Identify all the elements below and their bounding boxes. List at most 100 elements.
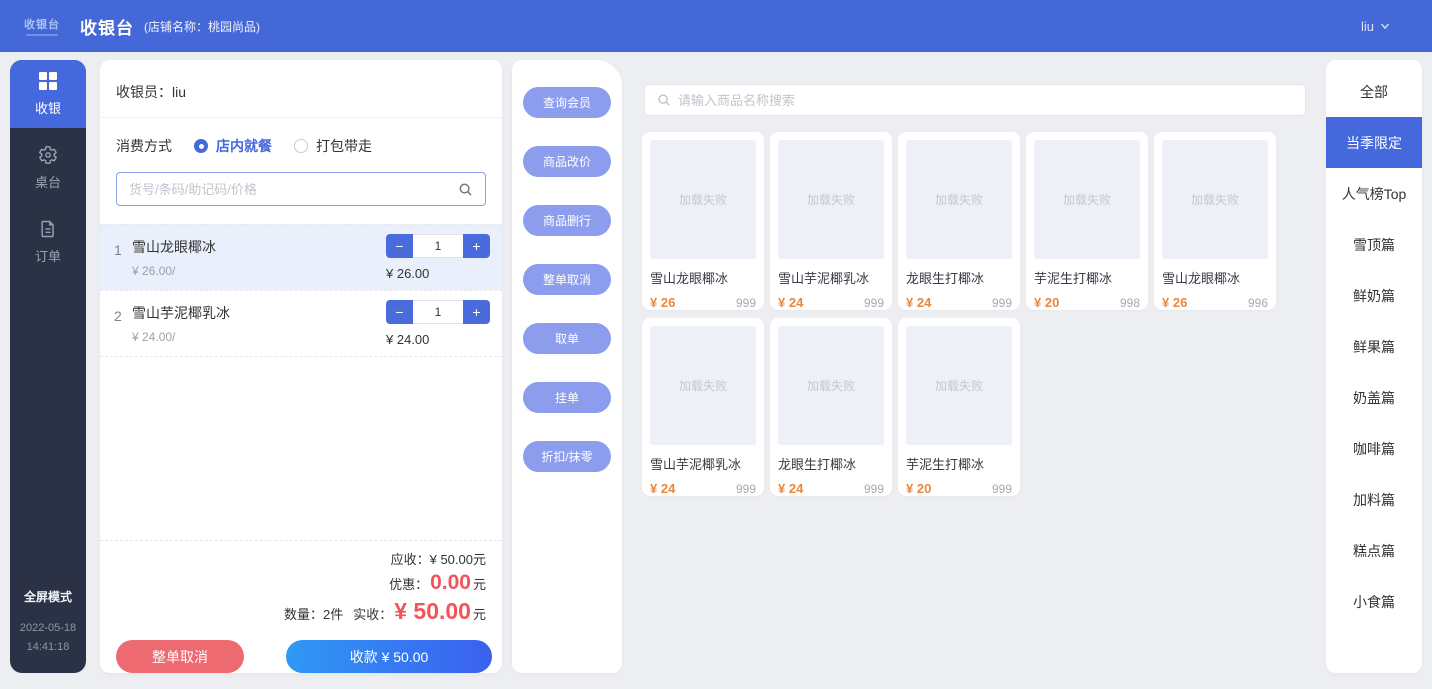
category-item[interactable]: 加料篇: [1326, 474, 1422, 525]
nav-item-label: 订单: [35, 246, 61, 265]
cart-item-total: ¥ 24.00: [386, 332, 490, 347]
product-card[interactable]: 加载失败 雪山芋泥椰乳冰 ¥ 24 999: [642, 318, 764, 496]
consume-method-row: 消费方式 店内就餐 打包带走: [100, 118, 502, 156]
category-sidebar: 全部 当季限定 人气榜Top 雪顶篇 鲜奶篇 鲜果篇 奶盖篇 咖啡篇 加料篇 糕…: [1326, 60, 1422, 673]
cancel-order-button[interactable]: 整单取消: [116, 640, 244, 673]
product-search-input[interactable]: [678, 93, 1293, 108]
quick-actions-panel: 查询会员 商品改价 商品删行 整单取消 取单 挂单 折扣/抹零: [512, 60, 622, 673]
image-load-failed-text: 加载失败: [679, 191, 727, 208]
product-image-placeholder: 加载失败: [906, 140, 1012, 259]
quick-action-button[interactable]: 挂单: [523, 382, 611, 413]
product-image-placeholder: 加载失败: [650, 140, 756, 259]
product-card[interactable]: 加载失败 龙眼生打椰冰 ¥ 24 999: [898, 132, 1020, 310]
cart-item-unit-price: ¥ 26.00/: [132, 264, 386, 278]
radio-icon: [294, 139, 308, 153]
product-card[interactable]: 加载失败 雪山龙眼椰冰 ¥ 26 999: [642, 132, 764, 310]
nav-item-tables[interactable]: 桌台: [10, 134, 86, 202]
image-load-failed-text: 加载失败: [679, 377, 727, 394]
decrease-qty-button[interactable]: −: [386, 300, 413, 324]
product-image-placeholder: 加载失败: [778, 140, 884, 259]
fullscreen-mode-button[interactable]: 全屏模式: [10, 588, 86, 605]
nav-footer: 全屏模式 2022-05-18 14:41:18: [10, 588, 86, 673]
barcode-search-input[interactable]: [129, 182, 450, 197]
product-name: 雪山龙眼椰冰: [650, 268, 756, 287]
category-item[interactable]: 鲜果篇: [1326, 321, 1422, 372]
cart-item-row[interactable]: 2 雪山芋泥椰乳冰 ¥ 24.00/ − 1 + ¥ 24.00: [100, 290, 502, 357]
quantity-stepper: − 1 +: [386, 234, 490, 258]
product-stock: 998: [1120, 296, 1140, 310]
increase-qty-button[interactable]: +: [463, 300, 490, 324]
product-name: 芋泥生打椰冰: [906, 454, 1012, 473]
category-item[interactable]: 鲜奶篇: [1326, 270, 1422, 321]
yuan-unit: 元: [473, 604, 486, 623]
product-image-placeholder: 加载失败: [650, 326, 756, 445]
product-price: ¥ 24: [906, 295, 931, 310]
nav-item-orders[interactable]: 订单: [10, 208, 86, 276]
product-image-placeholder: 加载失败: [1034, 140, 1140, 259]
consume-option-label: 店内就餐: [216, 136, 272, 156]
cashier-row: 收银员：liu: [100, 60, 502, 118]
quick-action-button[interactable]: 商品改价: [523, 146, 611, 177]
product-stock: 999: [992, 482, 1012, 496]
product-image-placeholder: 加载失败: [1162, 140, 1268, 259]
cart-item-row[interactable]: 1 雪山龙眼椰冰 ¥ 26.00/ − 1 + ¥ 26.00: [100, 224, 502, 290]
nav-item-label: 收银: [35, 98, 61, 117]
product-card[interactable]: 加载失败 雪山龙眼椰冰 ¥ 26 996: [1154, 132, 1276, 310]
category-item[interactable]: 小食篇: [1326, 576, 1422, 627]
quick-action-button[interactable]: 查询会员: [523, 87, 611, 118]
logo-text: 收银台: [24, 16, 60, 32]
category-item[interactable]: 全部: [1326, 66, 1422, 117]
cart-item-unit-price: ¥ 24.00/: [132, 330, 386, 344]
product-price: ¥ 24: [650, 481, 675, 496]
category-item[interactable]: 糕点篇: [1326, 525, 1422, 576]
image-load-failed-text: 加载失败: [807, 191, 855, 208]
nav-item-cashier[interactable]: 收银: [10, 60, 86, 128]
chevron-down-icon: [1380, 21, 1390, 31]
category-item[interactable]: 雪顶篇: [1326, 219, 1422, 270]
cart-item-index: 1: [114, 234, 132, 281]
consume-option[interactable]: 店内就餐: [194, 136, 272, 156]
store-name-label: (店铺名称：桃园尚品): [144, 18, 260, 35]
quick-action-button[interactable]: 取单: [523, 323, 611, 354]
category-item[interactable]: 当季限定: [1326, 117, 1422, 168]
cart-item-name: 雪山龙眼椰冰: [132, 237, 386, 257]
cart-item-name: 雪山芋泥椰乳冰: [132, 303, 386, 323]
quantity-value[interactable]: 1: [413, 234, 463, 258]
cart-panel: 收银员：liu 消费方式 店内就餐 打包带走 1: [100, 60, 502, 673]
search-icon[interactable]: [458, 182, 473, 197]
product-price: ¥ 20: [906, 481, 931, 496]
category-item[interactable]: 人气榜Top: [1326, 168, 1422, 219]
cashier-label: 收银员：: [116, 84, 172, 100]
quick-action-button[interactable]: 整单取消: [523, 264, 611, 295]
app-logo: 收银台: [24, 16, 60, 36]
decrease-qty-button[interactable]: −: [386, 234, 413, 258]
consume-method-label: 消费方式: [116, 136, 172, 156]
product-stock: 999: [736, 296, 756, 310]
discount-label: 优惠：: [389, 574, 428, 593]
logo-subline: [26, 34, 58, 36]
current-date: 2022-05-18: [10, 619, 86, 638]
product-stock: 996: [1248, 296, 1268, 310]
product-price: ¥ 24: [778, 295, 803, 310]
product-name: 雪山芋泥椰乳冰: [778, 268, 884, 287]
consume-option[interactable]: 打包带走: [294, 136, 372, 156]
product-card[interactable]: 加载失败 芋泥生打椰冰 ¥ 20 998: [1026, 132, 1148, 310]
quick-action-button[interactable]: 商品删行: [523, 205, 611, 236]
left-nav: 收银 桌台 订单 全屏模式 2022-05-18 14:41:18: [10, 60, 86, 673]
product-card[interactable]: 加载失败 芋泥生打椰冰 ¥ 20 999: [898, 318, 1020, 496]
product-stock: 999: [992, 296, 1012, 310]
quick-action-button[interactable]: 折扣/抹零: [523, 441, 611, 472]
category-item[interactable]: 咖啡篇: [1326, 423, 1422, 474]
product-area: 加载失败 雪山龙眼椰冰 ¥ 26 999 加载失败 雪山芋泥椰乳冰 ¥ 24 9…: [640, 60, 1326, 673]
top-header: 收银台 收银台 (店铺名称：桃园尚品) liu: [0, 0, 1432, 52]
product-price: ¥ 24: [778, 481, 803, 496]
quantity-value[interactable]: 1: [413, 300, 463, 324]
user-menu[interactable]: liu: [1361, 19, 1390, 34]
category-item[interactable]: 奶盖篇: [1326, 372, 1422, 423]
cart-items-list: 1 雪山龙眼椰冰 ¥ 26.00/ − 1 + ¥ 26.00 2: [100, 224, 502, 357]
collect-payment-button[interactable]: 收款 ¥ 50.00: [286, 640, 492, 673]
product-card[interactable]: 加载失败 龙眼生打椰冰 ¥ 24 999: [770, 318, 892, 496]
paid-value: ¥ 50.00: [394, 598, 471, 625]
product-card[interactable]: 加载失败 雪山芋泥椰乳冰 ¥ 24 999: [770, 132, 892, 310]
increase-qty-button[interactable]: +: [463, 234, 490, 258]
